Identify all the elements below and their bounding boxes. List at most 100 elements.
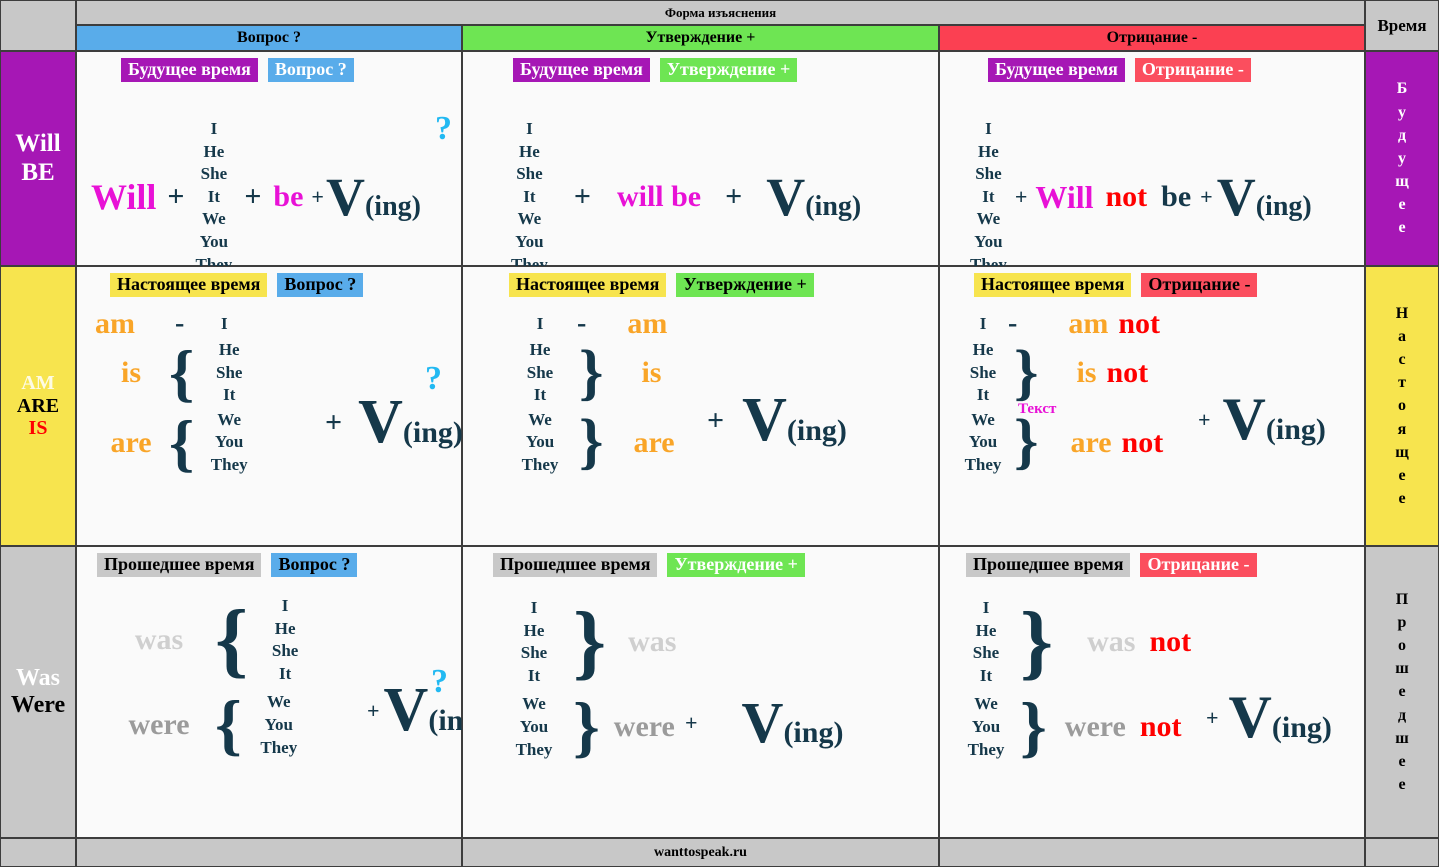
tense-tag: Настоящее время <box>509 273 667 297</box>
vletter: а <box>1398 327 1406 345</box>
tense-tag: Будущее время <box>121 58 258 82</box>
pronoun: I <box>982 598 990 617</box>
pronoun: I <box>530 598 538 617</box>
dash-sign: - <box>577 308 586 339</box>
plus-sign: + <box>167 180 185 214</box>
pronoun: He <box>218 340 240 359</box>
vletter: щ <box>1395 443 1409 461</box>
vletter: е <box>1398 490 1406 508</box>
pronoun: They <box>515 739 553 759</box>
pronoun: He <box>972 340 994 359</box>
not-word: not <box>1139 710 1182 744</box>
pronoun: It <box>976 385 990 405</box>
will-be-word: will be <box>616 180 702 214</box>
brace-icon: } <box>573 688 600 765</box>
pronoun-list: I He She It We You They <box>970 118 1007 276</box>
column-header-question: Вопрос ? <box>76 25 462 51</box>
pronoun: It <box>223 385 236 405</box>
form-tag: Утверждение + <box>667 553 805 577</box>
pronoun: It <box>527 665 541 685</box>
verb-ing: V(ing) <box>326 166 421 228</box>
plus-sign: + <box>311 184 324 210</box>
were-word: were <box>613 710 675 744</box>
pronoun: I <box>221 313 228 333</box>
be-word: be <box>1161 180 1192 214</box>
footer-site-label: wanttospeak.ru <box>462 838 939 867</box>
cell-past-negative: Прошедшее время Отрицание - I He She It … <box>939 546 1365 838</box>
pronoun: It <box>207 186 221 206</box>
cell-future-affirmative: Будущее время Утверждение + I He She It … <box>462 51 939 274</box>
verb-ing: V(ing) <box>742 385 847 456</box>
question-mark-icon: ? <box>425 360 442 397</box>
column-header-negative: Отрицание - <box>939 25 1365 51</box>
verb-letter: V <box>383 676 429 744</box>
plus-sign: + <box>573 180 591 214</box>
ing-suffix: (ing) <box>1255 191 1312 223</box>
vletter: с <box>1398 351 1406 369</box>
pronoun-list: I He She It <box>958 597 1014 687</box>
form-tag: Утверждение + <box>676 273 814 297</box>
vletter: т <box>1398 374 1406 392</box>
pronoun: He <box>519 141 540 161</box>
verb-letter: V <box>1222 386 1266 452</box>
pronoun: He <box>978 141 999 161</box>
verb-ing: V(ing) <box>1229 683 1332 752</box>
ing-suffix: (ing) <box>786 414 847 447</box>
tense-tag: Прошедшее время <box>97 553 262 577</box>
is-word: is <box>1076 355 1097 389</box>
am-word: am <box>95 307 135 340</box>
row-label-present-is: IS <box>28 417 48 440</box>
row-label-present: AM ARE IS <box>0 266 76 546</box>
ing-suffix: (ing) <box>402 416 463 449</box>
pronoun: I <box>210 119 218 138</box>
column-header-affirmative: Утверждение + <box>462 25 939 51</box>
brace-icon: { <box>169 406 195 478</box>
text-annotation: Текст <box>1018 400 1057 417</box>
pronoun: I <box>536 313 544 333</box>
vertical-label-present: Н а с т о я щ е е <box>1365 266 1439 546</box>
pronoun-list: I <box>509 313 571 336</box>
pronoun-list: We You They <box>962 409 1004 477</box>
brace-icon: } <box>1020 594 1054 688</box>
pronoun: They <box>521 455 559 475</box>
brace-icon: } <box>1014 408 1039 477</box>
tense-tag: Будущее время <box>988 58 1125 82</box>
pronoun-list: He She It <box>509 339 571 407</box>
pronoun: He <box>529 340 551 359</box>
plus-sign: + <box>244 180 262 214</box>
plus-sign: + <box>685 709 698 735</box>
pronoun-list: We You They <box>509 409 571 477</box>
verb-ing: V(ing) <box>1217 166 1312 228</box>
pronoun: We <box>974 694 998 714</box>
plus-sign: + <box>1206 704 1219 730</box>
cell-present-question: Настоящее время Вопрос ? am - I is { He … <box>76 266 463 546</box>
am-word: am <box>1068 307 1109 340</box>
is-word: is <box>120 355 141 389</box>
pronoun: They <box>967 739 1005 759</box>
vletter: е <box>1398 776 1406 794</box>
plus-sign: + <box>1014 184 1028 210</box>
verb-letter: V <box>358 388 403 456</box>
vletter: е <box>1398 683 1406 701</box>
brace-icon: } <box>579 408 604 477</box>
pronoun-list: We You They <box>501 693 567 761</box>
verb-ing: V(ing) <box>766 166 861 228</box>
pronoun: She <box>215 362 243 382</box>
verb-letter: V <box>1216 167 1256 228</box>
vletter: е <box>1398 196 1406 214</box>
vletter: е <box>1398 466 1406 484</box>
pronoun: We <box>517 209 542 229</box>
pronoun-list: We You They <box>958 693 1014 761</box>
pronoun: You <box>264 715 293 735</box>
tense-tag: Прошедшее время <box>966 553 1131 577</box>
pronoun: You <box>215 432 244 452</box>
pronoun-list: I He She It We You They <box>195 118 232 276</box>
pronoun-list: I He She It <box>501 597 567 687</box>
pronoun: We <box>528 409 552 429</box>
pronoun: We <box>971 409 995 429</box>
cell-present-affirmative: Настоящее время Утверждение + I - am He … <box>462 266 939 546</box>
pronoun: You <box>968 432 998 452</box>
brace-icon: { <box>215 686 242 763</box>
vertical-label-past: П р о ш е д ш е е <box>1365 546 1439 838</box>
pronoun: She <box>200 164 228 184</box>
